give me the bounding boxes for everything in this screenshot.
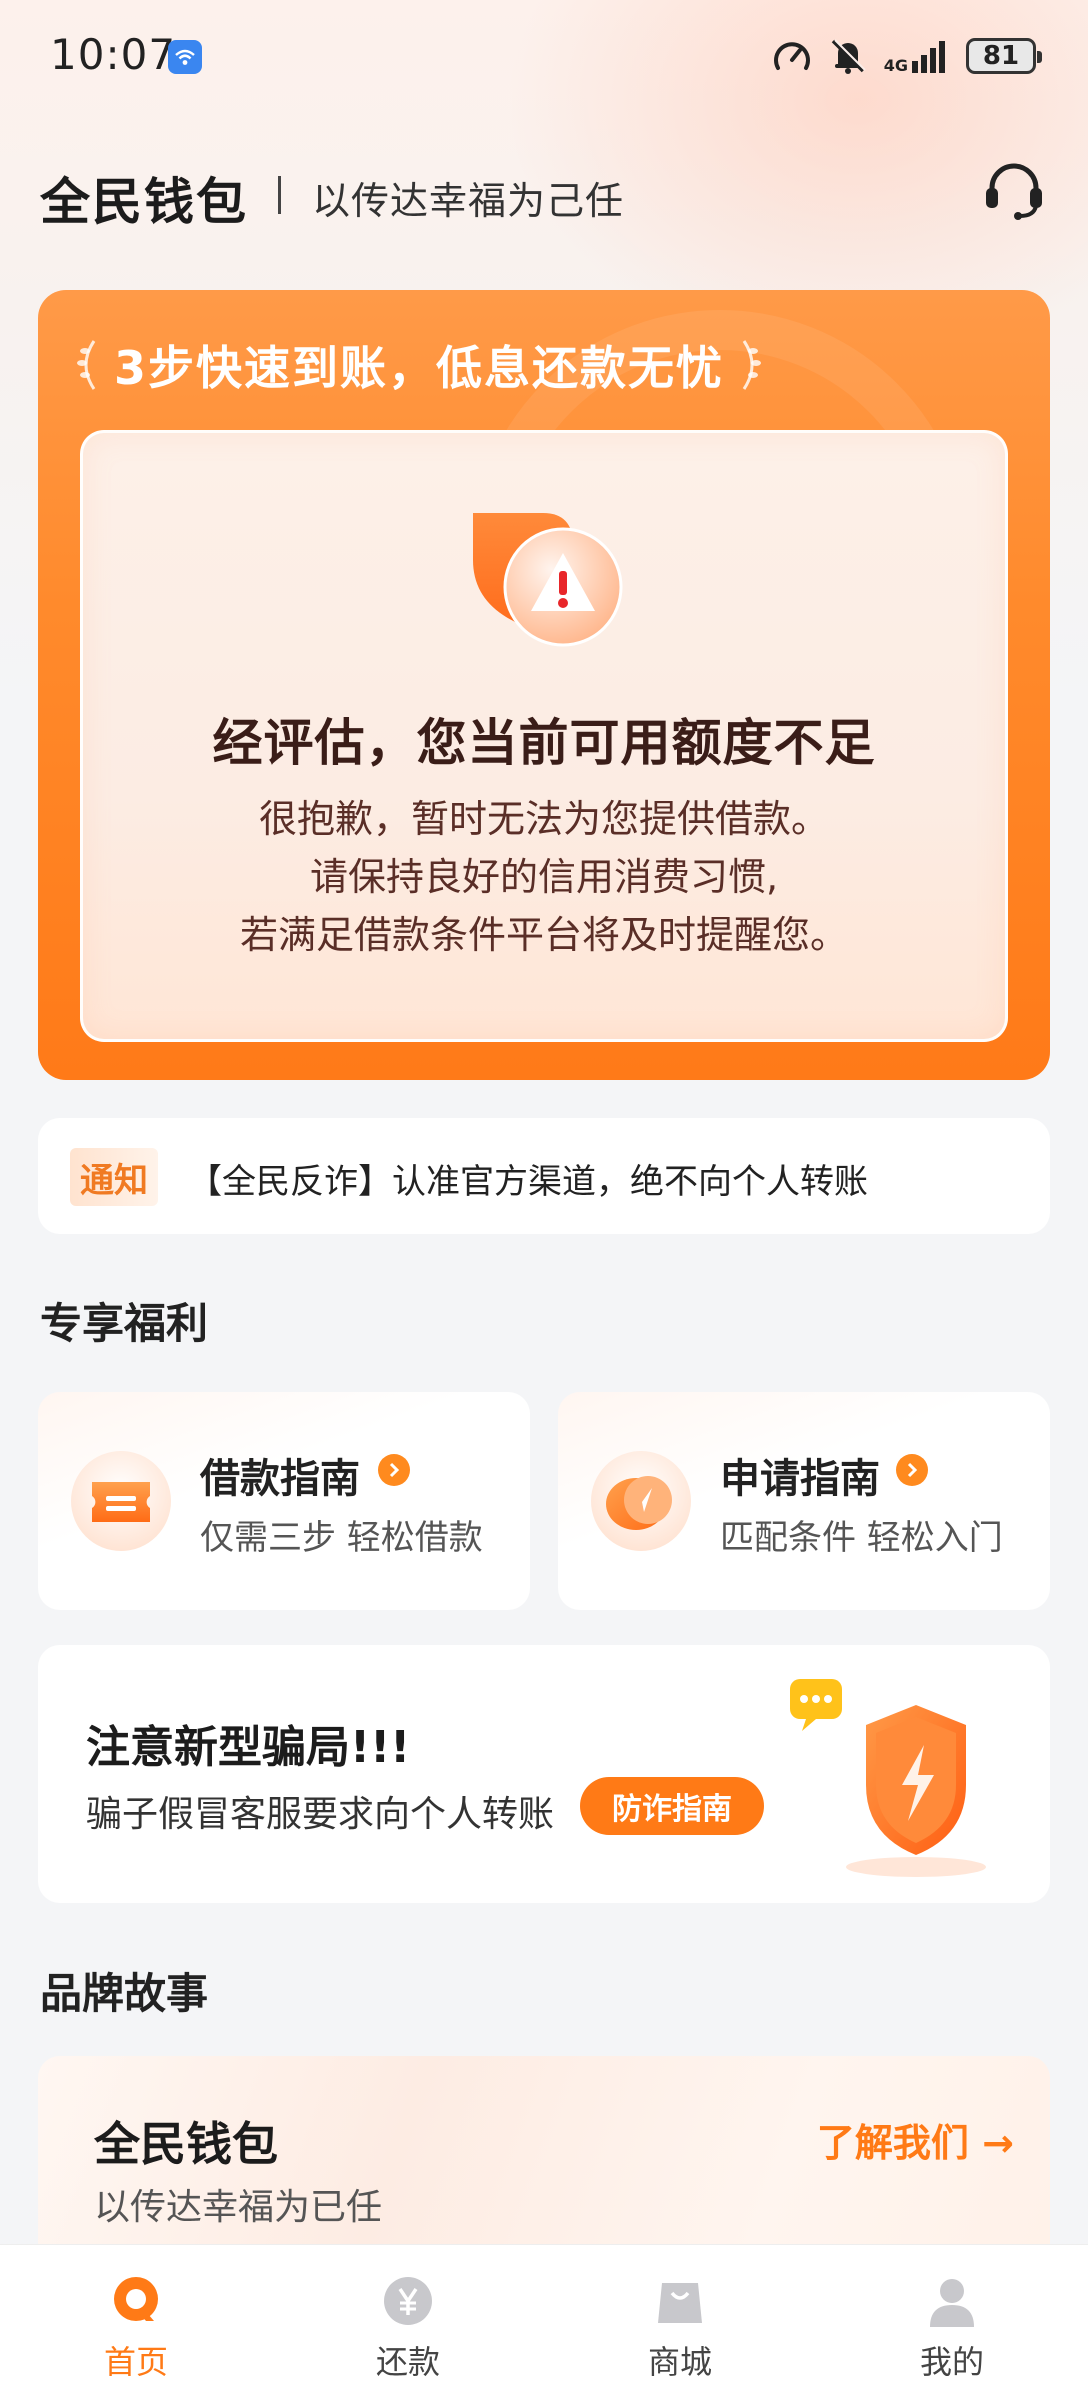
user-icon	[930, 2279, 974, 2327]
hero-title-row: 3步快速到账，低息还款无忧	[38, 332, 1050, 398]
credit-status-card: 3步快速到账，低息还款无忧 经评估，您当前可用额度不足 很抱歉，暂时无法为您提供…	[38, 290, 1050, 1080]
shield-icon	[790, 1679, 986, 1877]
header-divider	[278, 176, 281, 214]
speedometer-icon	[773, 42, 810, 70]
yen-icon	[384, 2277, 432, 2325]
warning-icon	[473, 513, 623, 647]
hero-message-line: 很抱歉，暂时无法为您提供借款。	[258, 797, 829, 841]
hero-message-panel: 经评估，您当前可用额度不足 很抱歉，暂时无法为您提供借款。 请保持良好的信用消费…	[80, 430, 1008, 1042]
laurel-left-icon	[77, 340, 96, 390]
benefit-title: 申请指南	[720, 1456, 880, 1502]
hero-title: 3步快速到账，低息还款无忧	[114, 341, 725, 395]
notice-bar[interactable]: 通知 【全民反诈】认准官方渠道，绝不向个人转账	[38, 1118, 1050, 1234]
mute-bell-icon	[831, 39, 866, 74]
tab-label: 我的	[919, 2343, 984, 2381]
story-subtitle: 以传达幸福为已任	[94, 2187, 383, 2228]
hero-message-line: 请保持良好的信用消费习惯,	[309, 855, 779, 899]
tab-mine[interactable]: 我的	[816, 2245, 1088, 2400]
tab-label: 还款	[375, 2343, 440, 2381]
network-type: 4G	[883, 56, 908, 75]
home-icon	[114, 2277, 158, 2321]
chevron-right-icon	[378, 1454, 410, 1486]
brand-logo-text: 全民钱包	[40, 173, 248, 231]
headset-icon[interactable]	[980, 156, 1048, 224]
chevron-right-icon	[896, 1454, 928, 1486]
app-header: 全民钱包 以传达幸福为己任	[40, 150, 1048, 231]
tab-label: 商城	[647, 2343, 712, 2381]
benefits-section-title: 专享福利	[40, 1299, 209, 1348]
battery-indicator: 81	[966, 38, 1042, 74]
story-title: 全民钱包	[94, 2117, 278, 2171]
benefit-subtitle: 匹配条件 轻松入门	[720, 1518, 1003, 1558]
laurel-right-icon	[742, 340, 762, 390]
apply-guide-card[interactable]: 申请指南 匹配条件 轻松入门	[558, 1392, 1050, 1610]
header-slogan: 以传达幸福为己任	[312, 179, 625, 223]
fraud-title: 注意新型骗局!!!	[86, 1722, 411, 1773]
hero-headline: 经评估，您当前可用额度不足	[212, 714, 876, 772]
signal-group: 4G	[883, 39, 948, 75]
tab-mall[interactable]: 商城	[544, 2245, 816, 2400]
clock: 10:07	[50, 30, 177, 79]
anti-fraud-guide-button[interactable]: 防诈指南	[580, 1777, 764, 1835]
tab-home[interactable]: 首页	[0, 2245, 272, 2400]
bag-icon	[658, 2283, 702, 2323]
brand-story-section-title: 品牌故事	[40, 1969, 209, 2018]
status-icons: 4G 81	[772, 34, 1042, 78]
benefit-subtitle: 仅需三步 轻松借款	[200, 1518, 483, 1558]
benefit-title: 借款指南	[200, 1456, 360, 1502]
loan-guide-card[interactable]: 借款指南 仅需三步 轻松借款	[38, 1392, 530, 1610]
fraud-alert-card: 注意新型骗局!!! 骗子假冒客服要求向个人转账 防诈指南	[38, 1645, 1050, 1903]
ticket-icon	[71, 1451, 171, 1551]
compass-icon	[591, 1451, 691, 1551]
tab-repay[interactable]: 还款	[272, 2245, 544, 2400]
notice-tag: 通知	[70, 1148, 158, 1206]
about-us-link[interactable]: 了解我们 →	[817, 2112, 1014, 2167]
signal-icon	[912, 41, 945, 73]
status-bar: 10:07 4G 81	[0, 0, 1088, 112]
fraud-subtitle: 骗子假冒客服要求向个人转账	[86, 1794, 555, 1835]
notice-text: 【全民反诈】认准官方渠道，绝不向个人转账	[188, 1162, 868, 1202]
battery-level: 81	[982, 41, 1020, 71]
hero-message-line: 若满足借款条件平台将及时提醒您。	[239, 913, 848, 957]
tab-label: 首页	[103, 2343, 168, 2381]
bottom-tab-bar: 首页 还款 商城 我的	[0, 2244, 1088, 2400]
wifi-hotspot-icon	[168, 40, 202, 74]
